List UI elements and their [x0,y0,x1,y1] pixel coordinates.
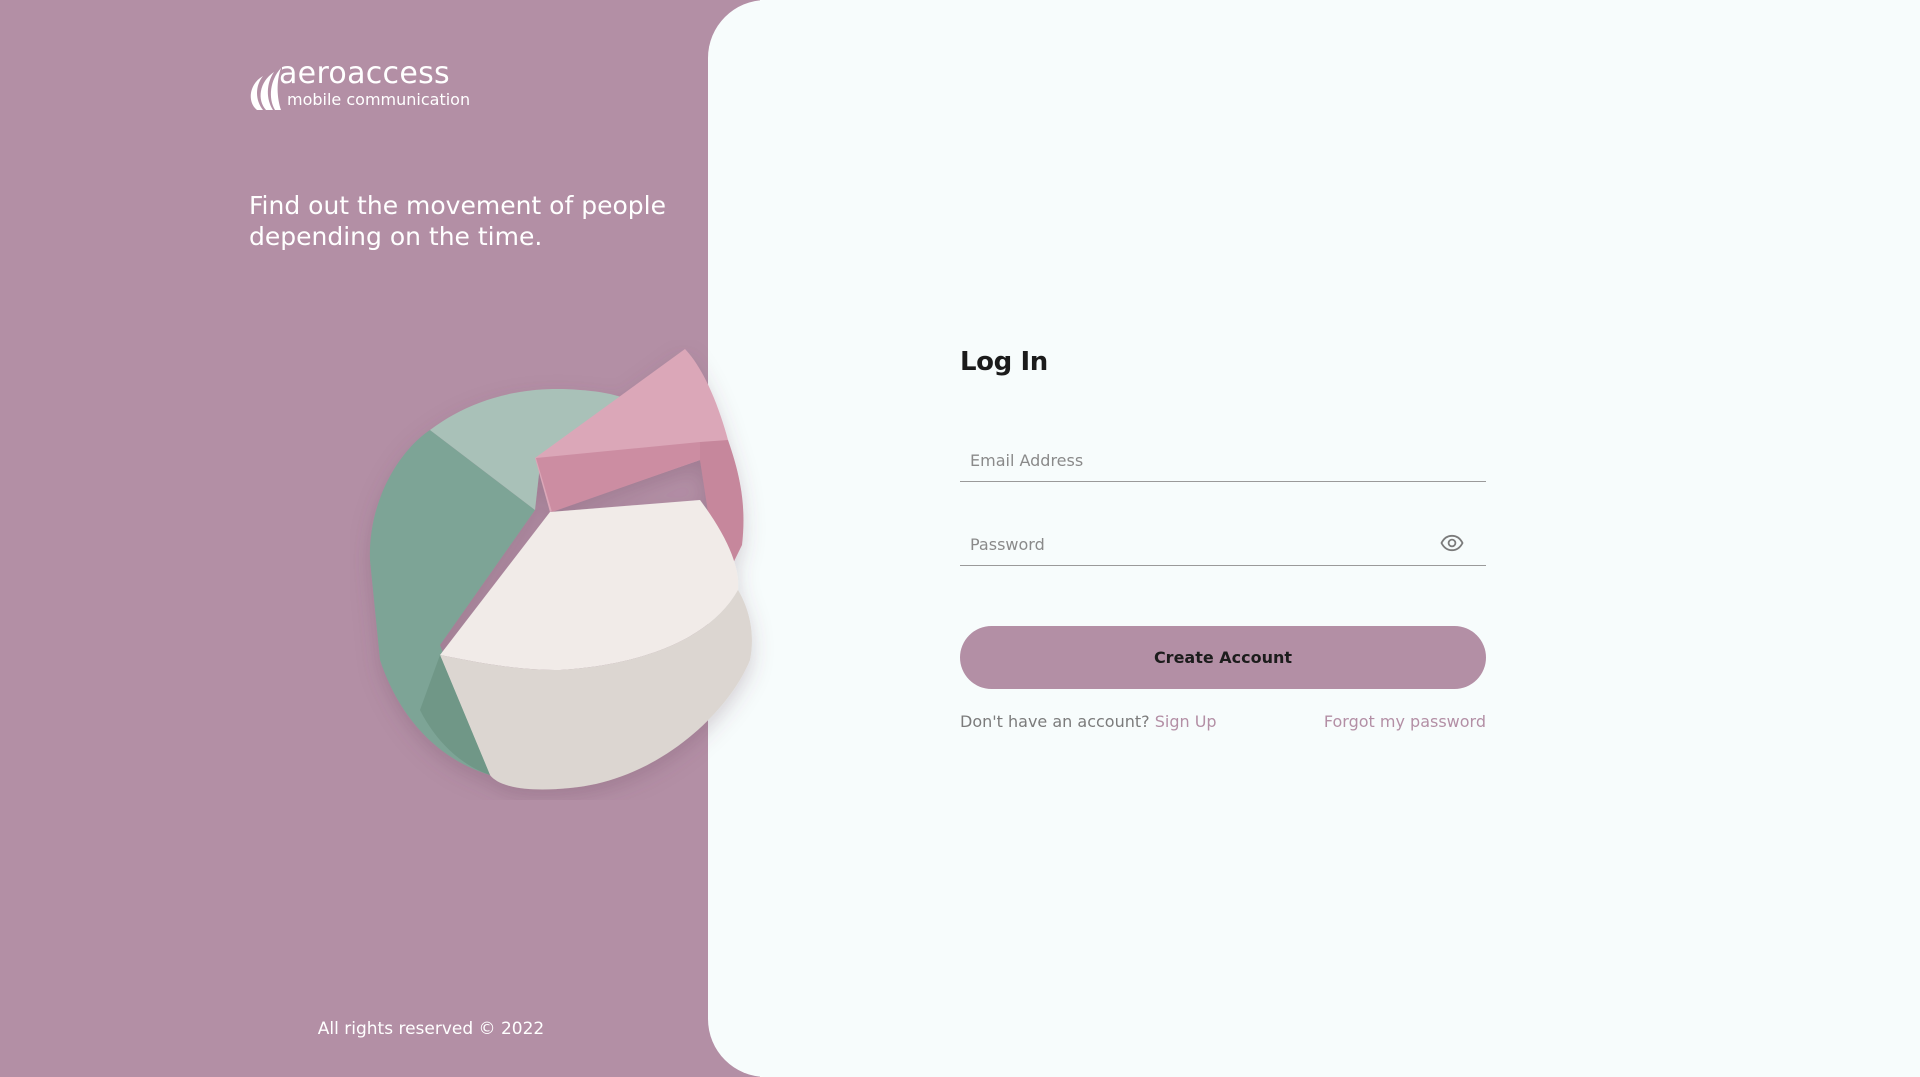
forgot-password-link[interactable]: Forgot my password [1324,711,1486,733]
login-title: Log In [960,347,1048,377]
brand-subtitle: mobile communication [287,90,471,109]
login-page: aeroaccess mobile communication Find out… [0,0,1920,1077]
email-field-wrapper [960,431,1486,482]
form-footer-links: Don't have an account? Sign Up Forgot my… [960,711,1486,735]
signup-prompt: Don't have an account? Sign Up [960,711,1217,733]
pie-chart-3d-illustration [369,349,752,790]
brand-name: aeroaccess [279,56,450,91]
swoosh-logo-icon [250,68,281,110]
sign-up-link[interactable]: Sign Up [1155,712,1217,731]
login-form: Log In Create Account Don't have an acco… [960,345,1486,731]
password-input[interactable] [970,531,1440,557]
email-input[interactable] [970,447,1440,473]
create-account-button[interactable]: Create Account [960,626,1486,689]
signup-prompt-text: Don't have an account? [960,712,1150,731]
eye-icon[interactable] [1440,534,1464,552]
brand-logo: aeroaccess mobile communication [247,56,487,114]
password-field-wrapper [960,515,1486,566]
tagline: Find out the movement of people dependin… [249,191,666,251]
